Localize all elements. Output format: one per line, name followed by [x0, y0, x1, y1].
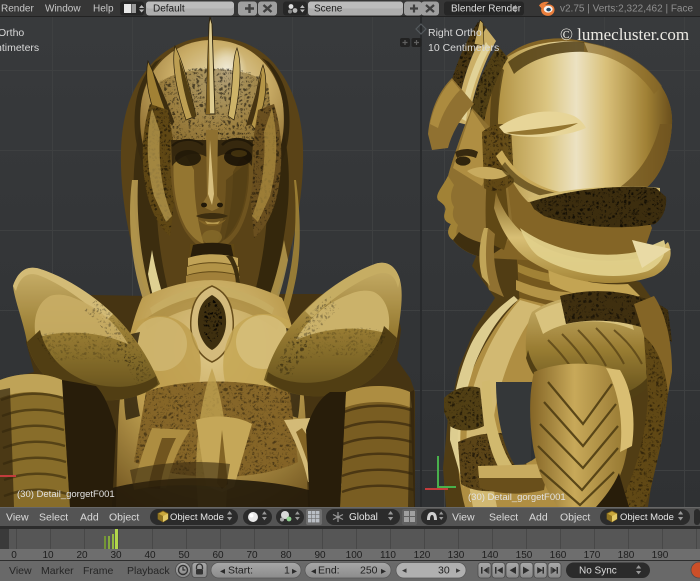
svg-text:70: 70: [246, 550, 258, 561]
svg-text:Ortho: Ortho: [0, 27, 24, 39]
svg-text:v2.75 | Verts:2,322,462 | Face: v2.75 | Verts:2,322,462 | Face: [560, 4, 693, 15]
svg-text:© lumecluster.com: © lumecluster.com: [560, 25, 689, 44]
svg-text:Add: Add: [529, 512, 548, 524]
svg-text:Scene: Scene: [314, 4, 343, 15]
svg-text:120: 120: [414, 550, 431, 561]
svg-text:Render: Render: [1, 4, 34, 15]
svg-text:▸: ▸: [456, 565, 461, 575]
svg-text:0: 0: [11, 550, 17, 561]
svg-text:Blender Render: Blender Render: [451, 4, 522, 15]
svg-text:Add: Add: [80, 512, 99, 524]
svg-text:Object: Object: [109, 512, 139, 524]
svg-text:View: View: [452, 512, 475, 524]
svg-text:180: 180: [618, 550, 635, 561]
svg-text:View: View: [9, 565, 32, 577]
svg-text:160: 160: [550, 550, 567, 561]
svg-text:170: 170: [584, 550, 601, 561]
svg-text:1: 1: [284, 565, 290, 577]
svg-text:◂: ◂: [220, 566, 225, 577]
svg-text:Select: Select: [39, 512, 68, 524]
svg-text:◂: ◂: [311, 566, 316, 577]
svg-text:150: 150: [516, 550, 533, 561]
svg-text:90: 90: [314, 550, 326, 561]
svg-text:Object: Object: [560, 512, 590, 524]
svg-text:50: 50: [178, 550, 190, 561]
svg-text:Global: Global: [349, 512, 378, 523]
svg-text:30: 30: [438, 565, 450, 577]
svg-text:▸: ▸: [292, 566, 297, 577]
svg-text:130: 130: [448, 550, 465, 561]
svg-text:140: 140: [482, 550, 499, 561]
svg-text:View: View: [6, 512, 29, 524]
svg-text:Window: Window: [45, 4, 81, 15]
svg-text:10: 10: [42, 550, 54, 561]
svg-text:110: 110: [380, 550, 396, 561]
svg-text:Object Mode: Object Mode: [620, 512, 674, 523]
svg-text:190: 190: [652, 550, 669, 561]
svg-text:Frame: Frame: [83, 565, 113, 577]
svg-text:30: 30: [110, 550, 122, 561]
svg-text:Select: Select: [489, 512, 518, 524]
svg-text:20: 20: [76, 550, 88, 561]
svg-text:(30) Detail_gorgetF001: (30) Detail_gorgetF001: [17, 489, 115, 500]
svg-text:◂: ◂: [402, 565, 407, 575]
svg-text:Help: Help: [93, 4, 114, 15]
svg-text:ntimeters: ntimeters: [0, 42, 39, 54]
svg-text:Right Ortho: Right Ortho: [428, 27, 482, 39]
svg-text:100: 100: [346, 550, 363, 561]
svg-text:10 Centimeters: 10 Centimeters: [428, 42, 499, 54]
svg-text:80: 80: [280, 550, 292, 561]
svg-text:40: 40: [144, 550, 156, 561]
svg-text:▸: ▸: [381, 566, 386, 577]
svg-text:60: 60: [212, 550, 224, 561]
svg-text:No Sync: No Sync: [579, 566, 617, 577]
svg-text:(30) Detail_gorgetF001: (30) Detail_gorgetF001: [468, 492, 566, 503]
svg-text:Playback: Playback: [127, 565, 170, 577]
svg-text:Object Mode: Object Mode: [170, 512, 224, 523]
svg-text:End:: End:: [318, 565, 340, 577]
svg-text:Default: Default: [153, 4, 185, 15]
svg-text:Marker: Marker: [41, 565, 74, 577]
svg-text:Start:: Start:: [228, 565, 253, 577]
svg-text:250: 250: [360, 565, 378, 577]
